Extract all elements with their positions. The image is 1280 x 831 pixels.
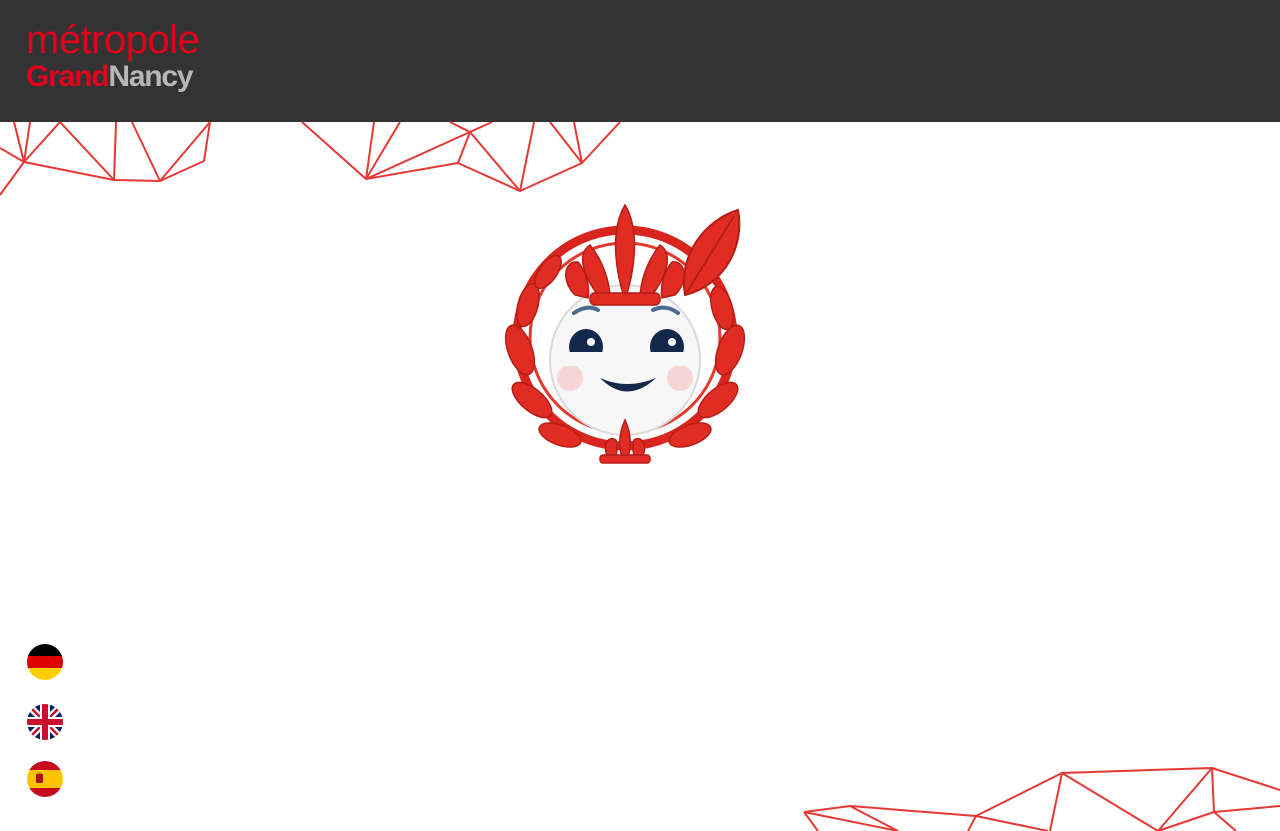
logo-text-grand: Grand <box>26 60 110 93</box>
language-spanish-button[interactable] <box>27 761 63 797</box>
spain-flag-icon <box>27 761 63 797</box>
logo-text-grand-nancy: GrandNancy <box>26 59 194 95</box>
metropole-grand-nancy-logo[interactable]: métropole GrandNancy <box>26 18 226 102</box>
logo-text-nancy: Nancy <box>108 60 193 93</box>
logo-text-metropole: métropole <box>26 18 200 62</box>
laurel-wreath-smiley-mascot-icon <box>504 203 746 464</box>
germany-flag-icon <box>27 644 63 680</box>
language-german-button[interactable] <box>27 644 63 680</box>
language-english-button[interactable] <box>27 704 63 740</box>
united-kingdom-flag-icon <box>27 704 63 740</box>
site-header: métropole GrandNancy <box>0 0 1280 122</box>
